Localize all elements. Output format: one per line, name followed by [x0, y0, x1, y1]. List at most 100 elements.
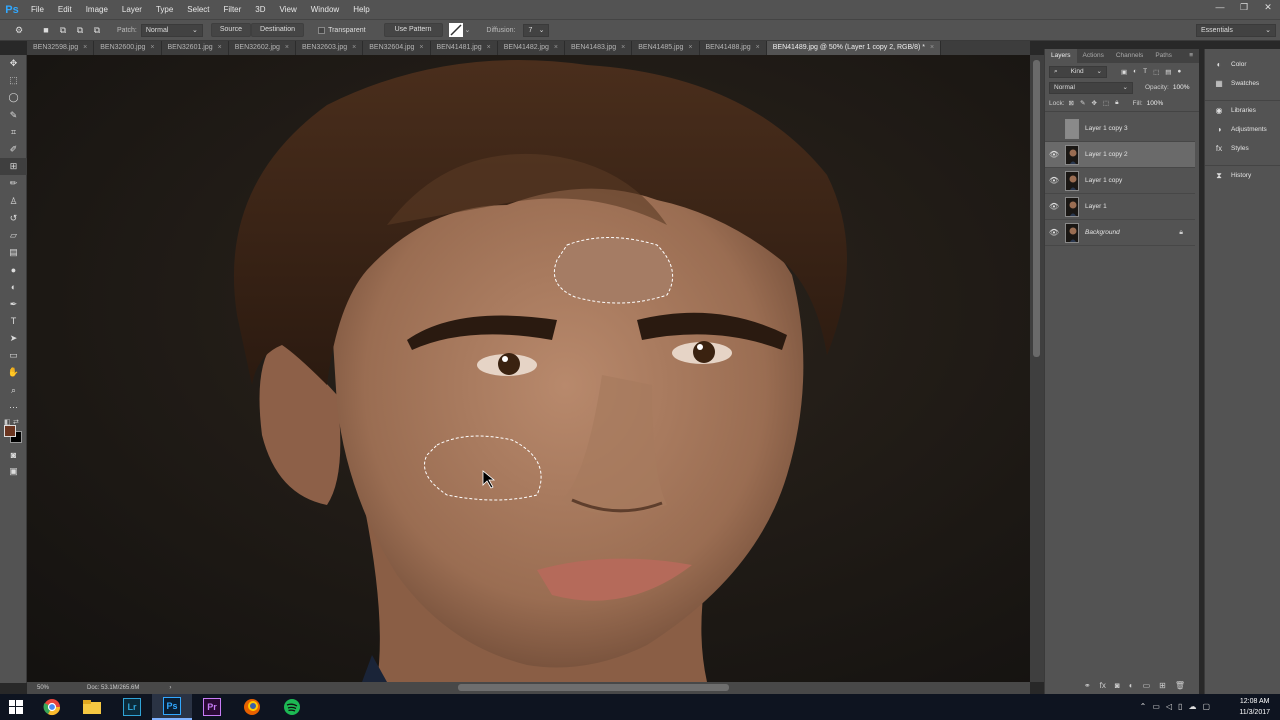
- workspace-select[interactable]: Essentials ⌄: [1196, 24, 1276, 37]
- notifications-icon[interactable]: ▢: [1202, 702, 1210, 711]
- lock-image-icon[interactable]: ✎: [1080, 99, 1085, 107]
- new-selection-icon[interactable]: ■: [39, 23, 53, 37]
- new-group-icon[interactable]: ▭: [1143, 681, 1151, 690]
- layer-row[interactable]: 👁︎ Layer 1: [1045, 194, 1195, 220]
- layer-row[interactable]: 👁︎ Layer 1 copy: [1045, 168, 1195, 194]
- destination-button[interactable]: Destination: [251, 23, 305, 37]
- layer-name[interactable]: Layer 1: [1085, 203, 1195, 210]
- gradient-tool-icon[interactable]: ▤: [0, 244, 27, 261]
- document-tab[interactable]: BEN32600.jpg ×: [94, 41, 162, 55]
- document-tab[interactable]: BEN41481.jpg ×: [431, 41, 498, 55]
- visibility-eye-icon[interactable]: 👁︎: [1045, 228, 1063, 237]
- patch-mode-select[interactable]: Normal ⌄: [140, 23, 203, 37]
- clone-stamp-tool-icon[interactable]: ♙: [0, 193, 27, 210]
- close-tab-icon[interactable]: ×: [285, 44, 289, 51]
- subtract-selection-icon[interactable]: ⧉: [73, 23, 87, 37]
- maximize-button[interactable]: ❐: [1232, 0, 1256, 14]
- history-brush-tool-icon[interactable]: ↺: [0, 210, 27, 227]
- lightroom-icon[interactable]: Lr: [112, 694, 152, 720]
- close-tab-icon[interactable]: ×: [554, 44, 558, 51]
- blur-tool-icon[interactable]: ●: [0, 261, 27, 278]
- layer-name[interactable]: Layer 1 copy 2: [1085, 151, 1195, 158]
- layer-name[interactable]: Layer 1 copy 3: [1085, 125, 1195, 132]
- lock-position-icon[interactable]: ✥: [1091, 99, 1096, 107]
- dodge-tool-icon[interactable]: ◐: [0, 278, 27, 295]
- document-tab[interactable]: BEN41482.jpg ×: [498, 41, 565, 55]
- kind-filter-select[interactable]: ⌕ Kind ⌄: [1049, 65, 1107, 78]
- menu-edit[interactable]: Edit: [51, 5, 79, 14]
- eraser-tool-icon[interactable]: ▱: [0, 227, 27, 244]
- menu-3d[interactable]: 3D: [248, 5, 272, 14]
- horizontal-scrollbar-thumb[interactable]: [458, 684, 729, 691]
- path-selection-tool-icon[interactable]: ➤: [0, 330, 27, 347]
- layer-style-icon[interactable]: fx: [1100, 681, 1106, 690]
- intersect-selection-icon[interactable]: ⧉: [90, 23, 104, 37]
- quick-selection-tool-icon[interactable]: ✎: [0, 107, 27, 124]
- vertical-scrollbar-thumb[interactable]: [1033, 60, 1040, 357]
- close-tab-icon[interactable]: ×: [930, 44, 934, 51]
- close-tab-icon[interactable]: ×: [352, 44, 356, 51]
- crop-tool-icon[interactable]: ⌗: [0, 124, 27, 141]
- patch-tool-icon[interactable]: ⊞: [0, 158, 27, 176]
- document-tab[interactable]: BEN32598.jpg ×: [27, 41, 95, 55]
- styles-panel-button[interactable]: fx Styles: [1205, 139, 1280, 158]
- layer-name[interactable]: Background: [1085, 229, 1179, 236]
- eyedropper-tool-icon[interactable]: ✐: [0, 141, 27, 158]
- spotify-icon[interactable]: [272, 694, 312, 720]
- source-button[interactable]: Source: [210, 23, 252, 37]
- filter-toggle-icon[interactable]: ●: [1177, 68, 1181, 75]
- file-explorer-icon[interactable]: [72, 694, 112, 720]
- close-tab-icon[interactable]: ×: [756, 44, 760, 51]
- libraries-panel-button[interactable]: ◉ Libraries: [1205, 101, 1280, 120]
- lock-artboard-icon[interactable]: ⬚: [1103, 99, 1109, 107]
- color-panel-button[interactable]: ◐ Color: [1205, 55, 1280, 74]
- chevron-right-icon[interactable]: ›: [169, 685, 171, 691]
- close-tab-icon[interactable]: ×: [621, 44, 625, 51]
- close-tab-icon[interactable]: ×: [487, 44, 491, 51]
- layer-row[interactable]: 👁︎ Layer 1 copy 2: [1045, 142, 1195, 168]
- volume-icon[interactable]: ◁: [1166, 702, 1172, 711]
- adjustment-layer-icon[interactable]: ◐: [1129, 681, 1134, 690]
- document-canvas[interactable]: [27, 55, 1030, 682]
- zoom-tool-icon[interactable]: ⌕: [0, 382, 27, 399]
- menu-help[interactable]: Help: [346, 5, 376, 14]
- link-layers-icon[interactable]: ⚭: [1084, 681, 1091, 690]
- panel-menu-icon[interactable]: ≡: [1183, 49, 1199, 63]
- history-panel-button[interactable]: ⧗ History: [1205, 166, 1280, 185]
- menu-view[interactable]: View: [273, 5, 304, 14]
- rectangle-tool-icon[interactable]: ▭: [0, 347, 27, 364]
- smart-object-filter-icon[interactable]: ▤: [1165, 68, 1171, 76]
- pattern-picker[interactable]: [448, 23, 463, 37]
- lock-transparent-icon[interactable]: ⊠: [1069, 99, 1074, 107]
- document-tab[interactable]: BEN32604.jpg ×: [363, 41, 431, 55]
- document-tab[interactable]: BEN41489.jpg @ 50% (Layer 1 copy 2, RGB/…: [766, 41, 942, 55]
- lock-all-icon[interactable]: 🔒︎: [1115, 99, 1118, 107]
- add-selection-icon[interactable]: ⧉: [56, 23, 70, 37]
- screen-mode-icon[interactable]: ▣: [0, 463, 27, 480]
- visibility-eye-icon[interactable]: 👁︎: [1045, 150, 1063, 159]
- lasso-tool-icon[interactable]: ◯: [0, 89, 27, 106]
- close-button[interactable]: ✕: [1256, 0, 1280, 14]
- patch-tool-preset-icon[interactable]: ⚙: [12, 23, 26, 37]
- document-tab[interactable]: BEN41485.jpg ×: [632, 41, 700, 55]
- adjustment-filter-icon[interactable]: ◐: [1133, 68, 1137, 75]
- swatches-panel-button[interactable]: ▦ Swatches: [1205, 74, 1280, 93]
- close-tab-icon[interactable]: ×: [83, 44, 87, 51]
- visibility-eye-icon[interactable]: 👁︎: [1045, 202, 1063, 211]
- document-tab[interactable]: BEN41488.jpg ×: [700, 41, 767, 55]
- premiere-icon[interactable]: Pr: [192, 694, 232, 720]
- more-tools-icon[interactable]: ⋯: [0, 399, 27, 416]
- use-pattern-button[interactable]: Use Pattern: [383, 23, 443, 37]
- type-tool-icon[interactable]: T: [0, 313, 27, 330]
- menu-select[interactable]: Select: [180, 5, 216, 14]
- chevron-down-icon[interactable]: ⌄: [465, 26, 471, 34]
- close-tab-icon[interactable]: ×: [419, 44, 423, 51]
- menu-filter[interactable]: Filter: [217, 5, 249, 14]
- document-tab[interactable]: BEN32602.jpg ×: [229, 41, 296, 55]
- visibility-eye-icon[interactable]: 👁︎: [1045, 176, 1063, 185]
- close-tab-icon[interactable]: ×: [688, 44, 692, 51]
- blend-mode-select[interactable]: Normal ⌄: [1049, 81, 1133, 94]
- battery-icon[interactable]: ▯: [1178, 702, 1182, 711]
- firefox-icon[interactable]: [232, 694, 272, 720]
- network-icon[interactable]: ▭: [1152, 702, 1160, 711]
